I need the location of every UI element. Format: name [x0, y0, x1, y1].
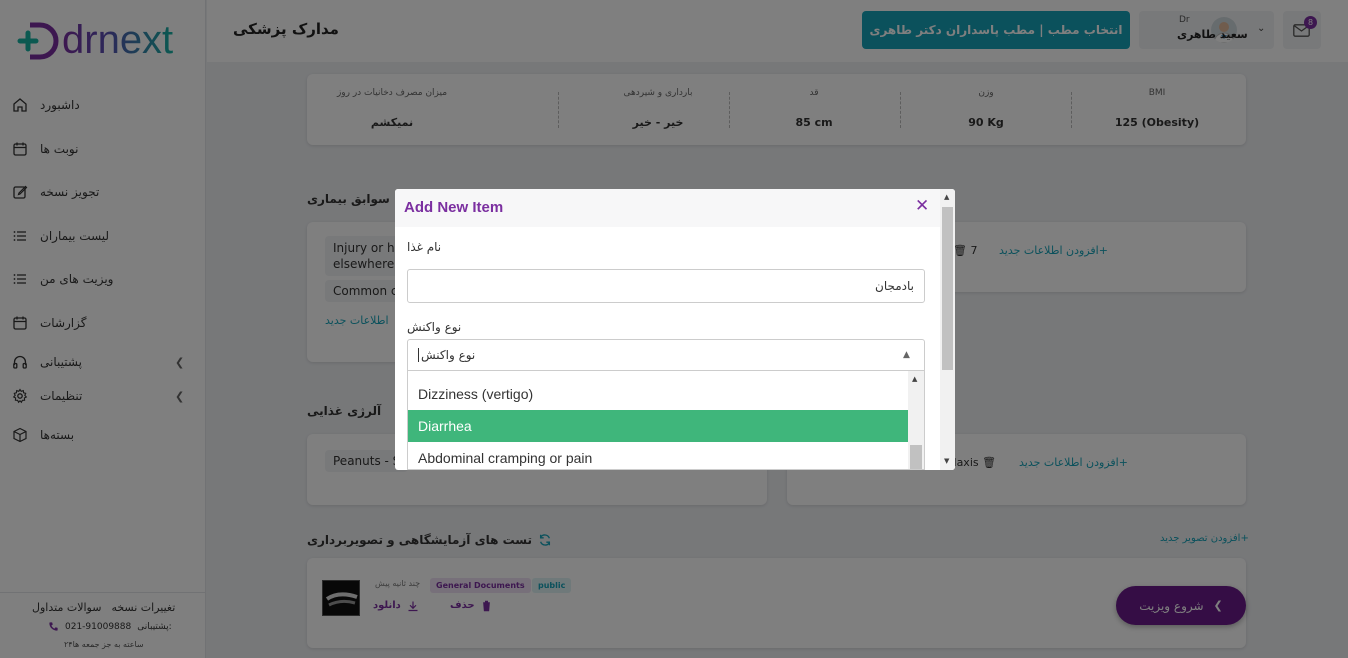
reaction-type-label: نوع واکنش — [407, 320, 462, 334]
food-name-input[interactable]: بادمجان — [407, 269, 925, 303]
reaction-options-list: Dizziness (vertigo) Diarrhea Abdominal c… — [407, 371, 925, 470]
option-diarrhea[interactable]: Diarrhea — [408, 410, 908, 442]
modal-header: Add New Item ✕ — [395, 189, 940, 227]
reaction-type-select[interactable]: نوع واکنش ▲ — [407, 339, 925, 371]
close-icon[interactable]: ✕ — [915, 198, 929, 215]
scroll-up-icon[interactable]: ▲ — [912, 375, 917, 383]
scroll-up-icon[interactable]: ▲ — [944, 193, 949, 201]
option-abdominal-cramping[interactable]: Abdominal cramping or pain — [408, 442, 908, 469]
caret-up-icon[interactable]: ▲ — [903, 350, 910, 360]
reaction-type-search[interactable]: نوع واکنش — [418, 348, 475, 362]
modal-title: Add New Item — [404, 199, 504, 216]
modal-scrollbar-thumb[interactable] — [942, 207, 953, 370]
option-dizziness[interactable]: Dizziness (vertigo) — [408, 378, 908, 410]
food-name-label: نام غذا — [407, 240, 442, 254]
options-scrollbar-thumb[interactable] — [910, 445, 922, 469]
options-scrollbar[interactable]: ▲ — [908, 371, 924, 469]
scroll-down-icon[interactable]: ▼ — [944, 457, 949, 465]
modal-scrollbar[interactable]: ▲ ▼ — [940, 189, 955, 470]
add-item-modal: Add New Item ✕ نام غذا بادمجان نوع واکنش… — [395, 189, 955, 470]
